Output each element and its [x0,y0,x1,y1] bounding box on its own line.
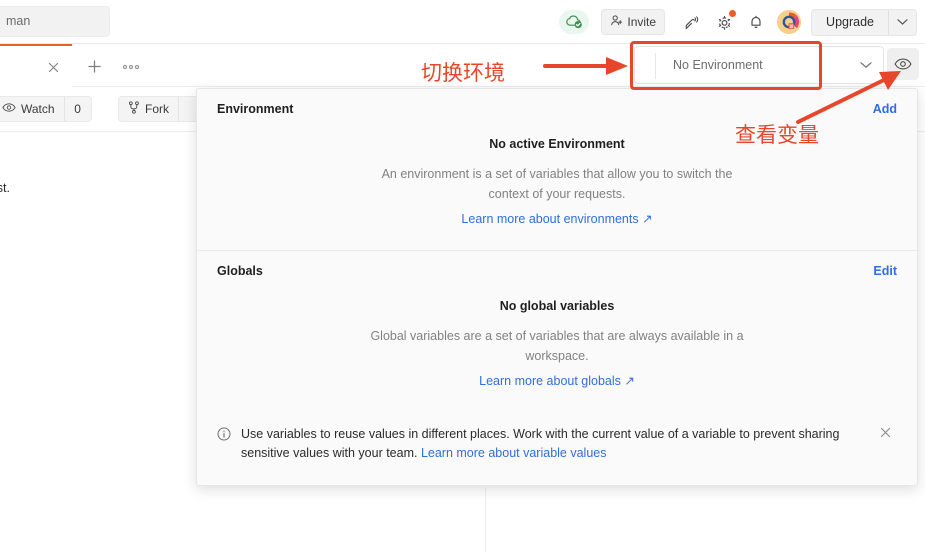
top-header-bar: man Invite Upgrade [0,0,925,44]
globals-empty-title: No global variables [499,299,615,313]
chevron-down-icon[interactable] [849,61,883,69]
environment-empty-description: An environment is a set of variables tha… [381,167,733,201]
satellite-antenna-icon[interactable] [679,9,705,35]
invite-button[interactable]: Invite [601,9,666,35]
selector-divider [655,53,656,79]
eye-icon [2,102,16,116]
environment-selector[interactable]: No Environment [634,46,884,84]
gear-notification-dot [729,10,737,17]
learn-more-environments-link[interactable]: Learn more about environments ↗ [461,211,652,226]
environment-empty-state: No active Environment An environment is … [197,129,917,250]
fork-icon [128,101,140,117]
learn-more-globals-link[interactable]: Learn more about globals ↗ [479,373,635,388]
avatar[interactable] [777,10,802,34]
watch-button[interactable]: Watch [0,97,64,121]
environment-selector-value: No Environment [673,58,763,72]
globals-section-title: Globals [217,264,263,278]
environment-quick-look-panel: Environment Add No active Environment An… [196,88,918,486]
globals-empty-state: No global variables Global variables are… [197,291,917,412]
chevron-down-icon[interactable] [888,9,916,35]
search-input-value: man [6,14,31,28]
fork-label: Fork [145,102,169,116]
edit-globals-button[interactable]: Edit [873,264,897,278]
variables-info-notice: Use variables to reuse values in differe… [197,403,917,485]
globals-section-header: Globals Edit [197,251,917,291]
globals-empty-description: Global variables are a set of variables … [370,329,744,363]
header-right-controls: Invite Upgrade [559,0,925,44]
gear-icon[interactable] [711,9,737,35]
variables-info-text: Use variables to reuse values in differe… [241,425,866,463]
learn-more-variable-values-link[interactable]: Learn more about variable values [421,446,607,460]
environment-empty-title: No active Environment [489,137,625,151]
plus-icon[interactable] [85,57,103,75]
upgrade-button[interactable]: Upgrade [812,10,888,35]
environment-section-header: Environment Add [197,89,917,129]
vertical-split-divider [485,488,486,552]
fork-control: Fork [118,96,206,122]
close-icon[interactable] [44,58,62,76]
ellipsis-icon[interactable] [122,58,140,72]
environment-section-title: Environment [217,102,294,116]
environment-quick-look-eye-button[interactable] [887,48,919,80]
tab-active[interactable] [0,44,72,87]
fork-button[interactable]: Fork [119,97,178,121]
watch-count[interactable]: 0 [63,97,91,121]
search-input[interactable]: man [0,6,110,37]
close-icon[interactable] [876,423,894,441]
watch-control: Watch 0 [0,96,92,122]
cloud-check-icon[interactable] [559,10,590,34]
watch-label: Watch [21,102,55,116]
bell-icon[interactable] [743,9,769,35]
request-description-text: ying one in the request. [0,181,10,195]
upgrade-control: Upgrade [811,8,917,36]
info-circle-icon [217,427,231,446]
person-add-icon [610,14,623,30]
add-environment-button[interactable]: Add [873,102,897,116]
invite-button-label: Invite [627,15,657,29]
